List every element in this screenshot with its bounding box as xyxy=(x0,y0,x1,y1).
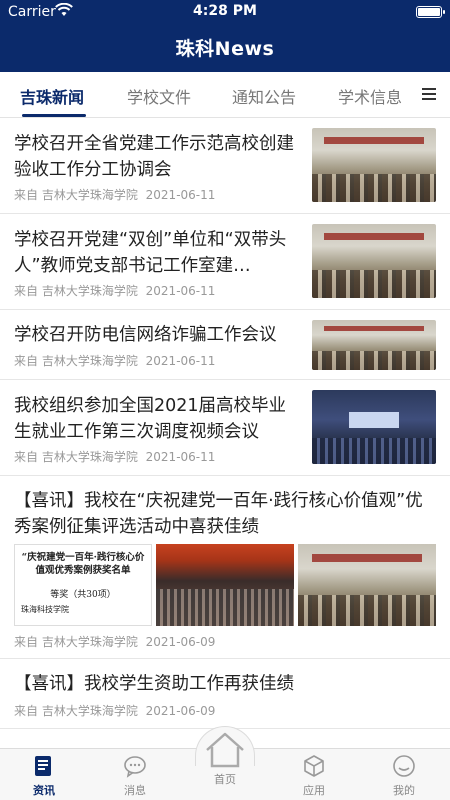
news-meta: 来自 吉林大学珠海学院 2021-06-11 xyxy=(14,282,215,299)
active-tab-indicator xyxy=(22,114,86,117)
news-meta: 来自 吉林大学珠海学院 2021-06-11 xyxy=(14,448,215,465)
news-date: 2021-06-11 xyxy=(145,188,216,202)
battery-icon xyxy=(416,6,445,18)
news-image-award-list: “庆祝建党一百年·践行核心价值观优秀案例获奖名单 等奖（共30项） 珠海科技学院 xyxy=(14,544,152,626)
tab-news[interactable]: 资讯 xyxy=(14,754,74,798)
award-list-heading: “庆祝建党一百年·践行核心价值观优秀案例获奖名单 xyxy=(21,552,145,576)
tab-notices[interactable]: 通知公告 xyxy=(232,84,296,108)
news-date: 2021-06-11 xyxy=(145,450,216,464)
news-image-auditorium xyxy=(156,544,294,626)
category-tabs: 吉珠新闻 学校文件 通知公告 学术信息 xyxy=(0,72,450,118)
news-item[interactable]: 学校召开全省党建工作示范高校创建验收工作分工协调会 来自 吉林大学珠海学院 20… xyxy=(0,118,450,214)
award-list-school: 珠海科技学院 xyxy=(21,605,69,614)
news-thumbnail xyxy=(312,224,436,298)
news-item[interactable]: 我校组织参加全国2021届高校毕业生就业工作第三次调度视频会议 来自 吉林大学珠… xyxy=(0,380,450,476)
news-date: 2021-06-09 xyxy=(145,704,216,718)
news-title: 学校召开党建“双创”单位和“双带头人”教师党支部书记工作室建… xyxy=(14,230,287,276)
tab-label: 资讯 xyxy=(33,784,55,797)
home-icon xyxy=(206,732,244,768)
tab-school-files[interactable]: 学校文件 xyxy=(127,84,191,108)
news-source: 来自 吉林大学珠海学院 xyxy=(14,635,138,649)
news-item[interactable]: 【喜讯】我校学生资助工作再获佳绩 来自 吉林大学珠海学院 2021-06-09 xyxy=(0,659,450,729)
news-thumbnail xyxy=(312,390,436,464)
news-source: 来自 吉林大学珠海学院 xyxy=(14,704,138,718)
news-source: 来自 吉林大学珠海学院 xyxy=(14,354,138,368)
news-title: 学校召开防电信网络诈骗工作会议 xyxy=(14,325,277,345)
news-meta: 来自 吉林大学珠海学院 2021-06-11 xyxy=(14,186,215,203)
profile-icon xyxy=(393,755,415,777)
apps-icon xyxy=(304,755,324,777)
news-thumbnail xyxy=(312,320,436,370)
tab-jizhu-news[interactable]: 吉珠新闻 xyxy=(20,84,84,108)
tab-label: 应用 xyxy=(303,784,325,797)
news-meta: 来自 吉林大学珠海学院 2021-06-09 xyxy=(14,633,215,650)
news-title: 【喜讯】我校在“庆祝建党一百年·践行核心价值观”优秀案例征集评选活动中喜获佳绩 xyxy=(14,491,423,537)
tab-apps[interactable]: 应用 xyxy=(284,754,344,798)
award-list-prize: 等奖（共30项） xyxy=(50,590,116,600)
news-date: 2021-06-11 xyxy=(145,354,216,368)
clock: 4:28 PM xyxy=(193,3,257,19)
news-meta: 来自 吉林大学珠海学院 2021-06-09 xyxy=(14,702,215,719)
news-source: 来自 吉林大学珠海学院 xyxy=(14,188,138,202)
tab-label: 消息 xyxy=(124,784,146,797)
news-title: 学校召开全省党建工作示范高校创建验收工作分工协调会 xyxy=(14,134,294,180)
top-bar: Carrier 4:28 PM 珠科News xyxy=(0,0,450,72)
tab-home[interactable]: 首页 xyxy=(195,730,255,787)
tab-label: 我的 xyxy=(393,784,415,797)
tab-label: 首页 xyxy=(214,773,236,786)
tab-profile[interactable]: 我的 xyxy=(374,754,434,798)
news-item[interactable]: 学校召开党建“双创”单位和“双带头人”教师党支部书记工作室建… 来自 吉林大学珠… xyxy=(0,214,450,310)
tab-messages[interactable]: 消息 xyxy=(105,754,165,798)
message-icon xyxy=(124,756,146,778)
news-date: 2021-06-11 xyxy=(145,284,216,298)
news-item[interactable]: 【喜讯】我校在“庆祝建党一百年·践行核心价值观”优秀案例征集评选活动中喜获佳绩 … xyxy=(0,476,450,659)
news-date: 2021-06-09 xyxy=(145,635,216,649)
news-source: 来自 吉林大学珠海学院 xyxy=(14,284,138,298)
news-image-meeting xyxy=(298,544,436,626)
menu-icon[interactable] xyxy=(422,88,436,100)
news-meta: 来自 吉林大学珠海学院 2021-06-11 xyxy=(14,352,215,369)
page-title: 珠科News xyxy=(175,38,275,60)
news-item[interactable]: 学校召开防电信网络诈骗工作会议 来自 吉林大学珠海学院 2021-06-11 xyxy=(0,310,450,380)
news-title: 【喜讯】我校学生资助工作再获佳绩 xyxy=(14,674,294,694)
news-source: 来自 吉林大学珠海学院 xyxy=(14,450,138,464)
news-icon xyxy=(35,756,51,776)
tab-academic[interactable]: 学术信息 xyxy=(338,84,402,108)
news-thumbnail xyxy=(312,128,436,202)
status-bar: Carrier 4:28 PM xyxy=(0,0,450,24)
news-title: 我校组织参加全国2021届高校毕业生就业工作第三次调度视频会议 xyxy=(14,396,287,442)
